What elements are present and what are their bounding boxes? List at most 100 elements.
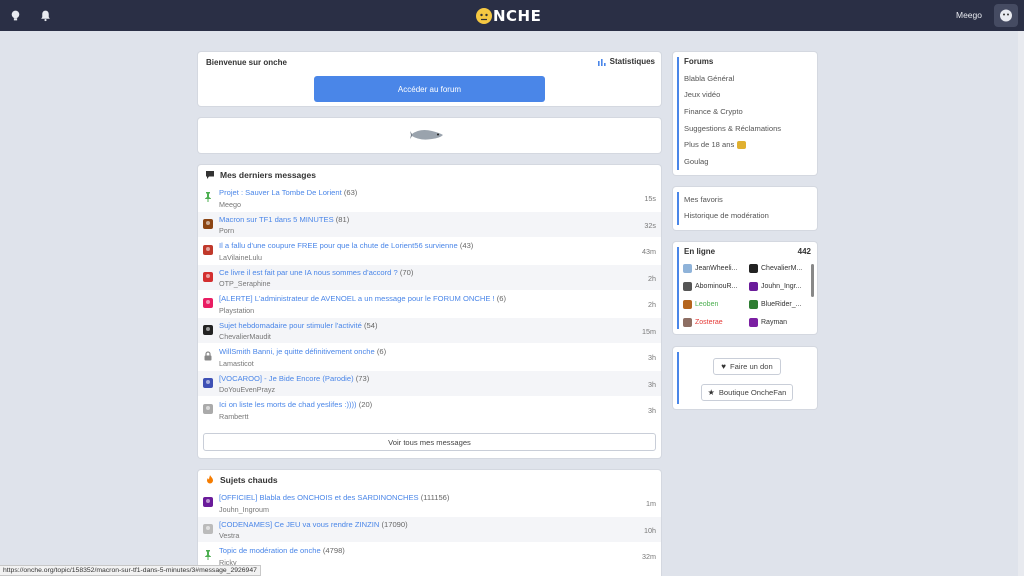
topic-author[interactable]: LaVilaineLulu [219,253,262,262]
user-links-card: Mes favoris Historique de modération [673,187,817,230]
topic-author[interactable]: Lamasticot [219,359,254,368]
topic-row[interactable]: [VOCAROO] - Je Bide Encore (Parodie) (73… [198,369,661,396]
moderation-history-link[interactable]: Historique de modération [673,208,817,225]
topic-link[interactable]: Macron sur TF1 dans 5 MINUTES (81) [219,215,349,224]
welcome-card: Bienvenue sur onche Statistiques Accéder… [198,52,661,106]
forums-card: Forums Blabla Général Jeux vidéo Finance… [673,52,817,175]
topic-time: 32s [644,220,656,230]
user-avatar-icon [749,318,758,327]
topic-author[interactable]: Meego [219,200,241,209]
topic-row[interactable]: [CODENAMES] Ce JEU va vous rendre ZINZIN… [198,515,661,542]
topic-link[interactable]: [VOCAROO] - Je Bide Encore (Parodie) (73… [219,374,369,383]
forum-link-finance[interactable]: Finance & Crypto [673,103,817,120]
bell-icon[interactable] [39,9,52,22]
topic-row[interactable]: Il a fallu d'une coupure FREE pour que l… [198,237,661,264]
forum-link-jeux-video[interactable]: Jeux vidéo [673,87,817,104]
topic-reply-count: (63) [343,188,358,197]
topic-link[interactable]: WillSmith Banni, je quitte définitivemen… [219,347,386,356]
user-avatar-icon [683,282,692,291]
topic-reply-count: (6) [376,347,387,356]
topic-link[interactable]: Ce livre il est fait par une IA nous som… [219,268,413,277]
online-user[interactable]: ChevalierM... [749,264,802,273]
topic-row[interactable]: [OFFICIEL] Blabla des ONCHOIS et des SAR… [198,489,661,516]
user-avatar-icon [749,300,758,309]
user-avatar[interactable] [994,4,1018,27]
online-user[interactable]: Zosterae [683,318,723,327]
online-user[interactable]: JeanWheeli... [683,264,737,273]
topic-link[interactable]: [CODENAMES] Ce JEU va vous rendre ZINZIN… [219,520,408,529]
username[interactable]: Meego [956,10,982,20]
topic-reply-count: (81) [335,214,350,224]
forum-link-adult[interactable]: Plus de 18 ans [673,136,817,153]
sardine-banner-image[interactable] [410,125,446,145]
recent-messages-list: Projet : Sauver La Tombe De Lorient (63)… [198,184,661,423]
forum-link-goulag[interactable]: Goulag [673,153,817,170]
topic-link[interactable]: Topic de modération de onche (4798) [219,546,345,555]
topic-time: 15m [642,326,656,336]
topic-author[interactable]: Playstation [219,306,254,315]
topic-author[interactable]: DoYouEvenPrayz [219,385,275,394]
user-links-accent-bar [677,192,679,225]
topic-author[interactable]: Jouhn_Ingroum [219,505,269,514]
topic-author[interactable]: Vestra [219,531,239,540]
forum-link-suggestions[interactable]: Suggestions & Réclamations [673,120,817,137]
topic-title: WillSmith Banni, je quitte définitivemen… [219,347,375,356]
topic-row[interactable]: WillSmith Banni, je quitte définitivemen… [198,343,661,370]
topic-author[interactable]: Rambertt [219,412,249,421]
topic-title: Topic de modération de onche [219,546,321,555]
topic-author[interactable]: OTP_Seraphine [219,279,271,288]
topic-row[interactable]: Sujet hebdomadaire pour stimuler l'activ… [198,316,661,343]
stats-link[interactable]: Statistiques [597,57,655,66]
topic-row[interactable]: Topic de modération de onche (4798) Ricky… [198,542,661,569]
topic-row[interactable]: [ALERTE] L'administrateur de AVENOEL a u… [198,290,661,317]
topic-link[interactable]: Ici on liste les morts de chad yeslifes … [219,400,372,409]
online-user[interactable]: BlueRider_... [749,300,801,309]
topic-reply-count: (20) [358,400,373,409]
topic-link[interactable]: [ALERTE] L'administrateur de AVENOEL a u… [219,294,506,303]
online-user-name: BlueRider_... [761,301,802,308]
online-user[interactable]: Rayman [749,318,787,327]
hot-topics-list: [OFFICIEL] Blabla des ONCHOIS et des SAR… [198,489,661,569]
user-avatar-icon [683,318,692,327]
avatar-icon [203,324,213,335]
topic-title: Projet : Sauver La Tombe De Lorient [219,188,342,197]
topic-row[interactable]: Ce livre il est fait par une IA nous som… [198,263,661,290]
lightbulb-icon[interactable] [9,9,22,22]
access-forum-button[interactable]: Accéder au forum [314,76,545,102]
topic-row[interactable]: Ici on liste les morts de chad yeslifes … [198,396,661,423]
online-user[interactable]: Leoben [683,300,718,309]
brand-logo[interactable]: NCHE [476,6,541,26]
page-scrollbar[interactable] [1018,31,1024,576]
topic-link[interactable]: Sujet hebdomadaire pour stimuler l'activ… [219,321,378,330]
favorites-link[interactable]: Mes favoris [673,191,817,208]
topic-title: Macron sur TF1 dans 5 MINUTES [219,214,334,224]
online-card: En ligne 442 JeanWheeli... ChevalierM... A… [673,242,817,334]
online-user[interactable]: AbominouR... [683,282,737,291]
hot-topics-card: Sujets chauds [OFFICIEL] Blabla des ONCH… [198,470,661,576]
topic-title: [OFFICIEL] Blabla des ONCHOIS et des SAR… [219,493,419,502]
recent-messages-header: Mes derniers messages [198,165,661,184]
topic-time: 32m [642,552,656,561]
support-card: ♥ Faire un don ★ Boutique OncheFan [673,347,817,409]
online-list-scrollbar[interactable] [811,264,814,297]
topic-title: Il a fallu d'une coupure FREE pour que l… [219,241,458,250]
topic-link[interactable]: Il a fallu d'une coupure FREE pour que l… [219,241,473,250]
topic-row[interactable]: Projet : Sauver La Tombe De Lorient (63)… [198,184,661,211]
topic-author[interactable]: Porn [219,226,234,235]
online-title: En ligne [684,246,716,256]
donate-button[interactable]: ♥ Faire un don [713,358,781,375]
shop-button[interactable]: ★ Boutique OncheFan [701,384,793,401]
online-user-name: Rayman [761,319,788,326]
donate-label: Faire un don [730,362,773,371]
topic-link[interactable]: [OFFICIEL] Blabla des ONCHOIS et des SAR… [219,493,449,502]
online-user[interactable]: Jouhn_Ingr... [749,282,801,291]
brand-text: NCHE [493,7,542,25]
topic-row[interactable]: Macron sur TF1 dans 5 MINUTES (81) Porn 32… [198,210,661,237]
forum-link-blabla[interactable]: Blabla Général [673,70,817,87]
see-all-messages-button[interactable]: Voir tous mes messages [203,433,656,451]
topic-link[interactable]: Projet : Sauver La Tombe De Lorient (63) [219,188,357,197]
topic-time: 15s [644,194,656,203]
topic-reply-count: (4798) [322,546,345,555]
online-user-name: ChevalierM... [761,265,803,272]
topic-author[interactable]: ChevalierMaudit [219,332,271,341]
